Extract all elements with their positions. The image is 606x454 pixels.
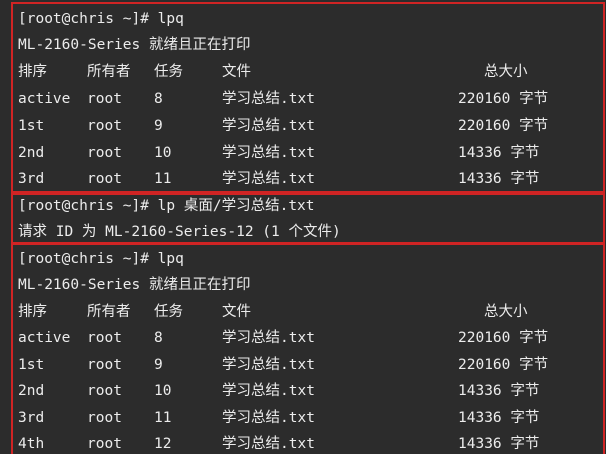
row-file: 学习总结.txt (222, 118, 315, 134)
queue-row: 4th root 12 学习总结.txt 14336 字节 (18, 431, 598, 454)
header-job: 任务 (154, 64, 183, 80)
header-owner: 所有者 (87, 304, 131, 320)
row-owner: root (87, 330, 122, 346)
row-rank: 2nd (18, 145, 45, 161)
row-size: 220160 字节 (458, 357, 549, 373)
row-size: 14336 字节 (458, 145, 540, 161)
row-owner: root (87, 145, 122, 161)
queue-row: 2nd root 10 学习总结.txt 14336 字节 (18, 378, 598, 404)
queue-header: 排序 所有者 任务 文件 总大小 (18, 299, 598, 325)
row-job: 10 (154, 383, 172, 399)
queue-header: 排序 所有者 任务 文件 总大小 (18, 59, 598, 85)
row-job: 9 (154, 357, 163, 373)
row-rank: 3rd (18, 410, 45, 426)
header-owner: 所有者 (87, 64, 131, 80)
queue-row: active root 8 学习总结.txt 220160 字节 (18, 325, 598, 351)
row-rank: active (18, 91, 71, 107)
header-rank: 排序 (18, 304, 47, 320)
command-line: [root@chris ~]# lp 桌面/学习总结.txt (18, 198, 315, 214)
command-line: [root@chris ~]# lpq (18, 251, 184, 267)
header-job: 任务 (154, 304, 183, 320)
header-file: 文件 (222, 304, 251, 320)
command-line: [root@chris ~]# lpq (18, 11, 184, 27)
header-rank: 排序 (18, 64, 47, 80)
row-job: 11 (154, 171, 172, 187)
terminal-window[interactable]: [root@chris ~]# lpq ML-2160-Series 就绪且正在… (0, 0, 606, 454)
queue-row: active root 8 学习总结.txt 220160 字节 (18, 86, 598, 112)
row-job: 8 (154, 91, 163, 107)
row-rank: 3rd (18, 171, 45, 187)
row-rank: 1st (18, 357, 45, 373)
row-size: 14336 字节 (458, 171, 540, 187)
queue-row: 1st root 9 学习总结.txt 220160 字节 (18, 352, 598, 378)
row-job: 11 (154, 410, 172, 426)
row-file: 学习总结.txt (222, 357, 315, 373)
row-job: 9 (154, 118, 163, 134)
queue-row: 3rd root 11 学习总结.txt 14336 字节 (18, 166, 598, 192)
row-job: 12 (154, 436, 172, 452)
row-file: 学习总结.txt (222, 410, 315, 426)
row-job: 8 (154, 330, 163, 346)
row-size: 14336 字节 (458, 436, 540, 452)
row-file: 学习总结.txt (222, 330, 315, 346)
row-size: 220160 字节 (458, 330, 549, 346)
row-owner: root (87, 383, 122, 399)
row-rank: 2nd (18, 383, 45, 399)
row-rank: 1st (18, 118, 45, 134)
queue-row: 2nd root 10 学习总结.txt 14336 字节 (18, 140, 598, 166)
row-owner: root (87, 171, 122, 187)
row-job: 10 (154, 145, 172, 161)
queue-row: 1st root 9 学习总结.txt 220160 字节 (18, 113, 598, 139)
row-size: 220160 字节 (458, 91, 549, 107)
printer-status: ML-2160-Series 就绪且正在打印 (18, 277, 251, 293)
row-size: 14336 字节 (458, 383, 540, 399)
row-file: 学习总结.txt (222, 145, 315, 161)
row-owner: root (87, 436, 122, 452)
printer-status: ML-2160-Series 就绪且正在打印 (18, 37, 251, 53)
row-size: 220160 字节 (458, 118, 549, 134)
row-file: 学习总结.txt (222, 383, 315, 399)
row-rank: 4th (18, 436, 45, 452)
row-size: 14336 字节 (458, 410, 540, 426)
command-output: 请求 ID 为 ML-2160-Series-12 (1 个文件) (18, 224, 341, 240)
row-file: 学习总结.txt (222, 91, 315, 107)
header-file: 文件 (222, 64, 251, 80)
row-rank: active (18, 330, 71, 346)
row-owner: root (87, 118, 122, 134)
row-file: 学习总结.txt (222, 436, 315, 452)
queue-row: 3rd root 11 学习总结.txt 14336 字节 (18, 405, 598, 431)
row-owner: root (87, 91, 122, 107)
header-size: 总大小 (484, 304, 528, 320)
row-owner: root (87, 357, 122, 373)
header-size: 总大小 (484, 64, 528, 80)
row-owner: root (87, 410, 122, 426)
row-file: 学习总结.txt (222, 171, 315, 187)
